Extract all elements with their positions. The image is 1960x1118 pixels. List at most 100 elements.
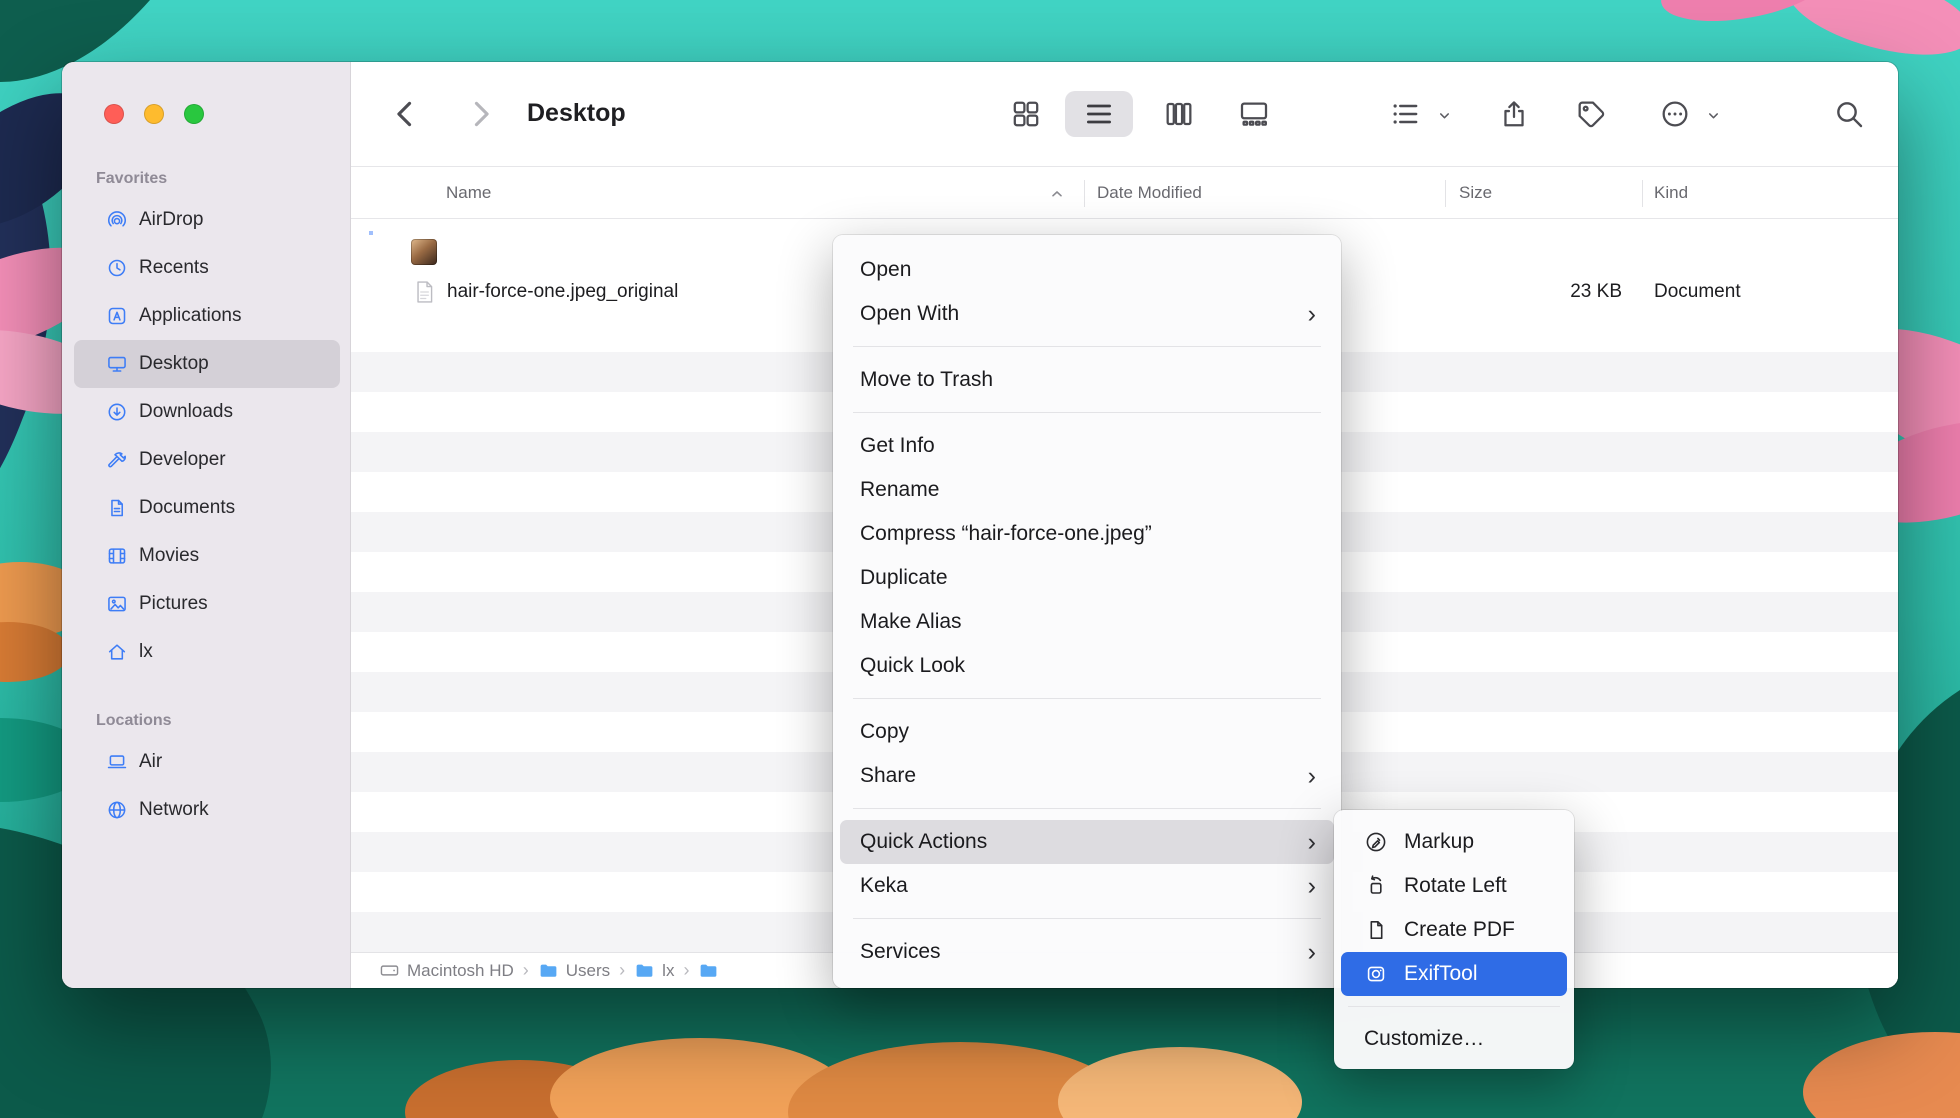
menu-item-label: Quick Actions bbox=[860, 830, 987, 853]
drive-icon bbox=[379, 960, 400, 981]
menu-item-open-with[interactable]: Open With› bbox=[840, 292, 1334, 336]
menu-item-label: Open bbox=[860, 258, 911, 281]
sidebar-section-title: Locations bbox=[96, 712, 350, 730]
menu-item-compress[interactable]: Compress “hair-force-one.jpeg” bbox=[840, 512, 1334, 556]
sidebar-item-recents[interactable]: Recents bbox=[74, 244, 340, 292]
menu-item-rename[interactable]: Rename bbox=[840, 468, 1334, 512]
sidebar-item-home[interactable]: lx bbox=[74, 628, 340, 676]
menu-item-label: Keka bbox=[860, 874, 908, 897]
menu-item-services[interactable]: Services› bbox=[840, 930, 1334, 974]
sidebar-item-pictures[interactable]: Pictures bbox=[74, 580, 340, 628]
sidebar-item-label: lx bbox=[139, 641, 153, 663]
tag-button[interactable] bbox=[1575, 98, 1607, 130]
photo-icon bbox=[106, 593, 128, 615]
sidebar-item-label: Documents bbox=[139, 497, 235, 519]
path-chevron-icon: › bbox=[523, 960, 529, 981]
menu-item-share[interactable]: Share › bbox=[840, 754, 1334, 798]
sidebar-item-downloads[interactable]: Downloads bbox=[74, 388, 340, 436]
file-size: 20 KB bbox=[1570, 232, 1622, 272]
sidebar-item-label: Network bbox=[139, 799, 209, 821]
toolbar: Desktop bbox=[351, 62, 1898, 166]
sidebar-item-label: Downloads bbox=[139, 401, 233, 423]
document-icon bbox=[106, 497, 128, 519]
more-actions-button[interactable] bbox=[1659, 98, 1691, 130]
back-button[interactable] bbox=[389, 97, 423, 131]
file-name: hair-force-one.jpeg bbox=[447, 232, 619, 272]
column-divider[interactable] bbox=[1445, 180, 1446, 207]
sidebar-item-movies[interactable]: Movies bbox=[74, 532, 340, 580]
path-chevron-icon: › bbox=[619, 960, 625, 981]
sidebar-item-label: AirDrop bbox=[139, 209, 203, 231]
submenu-item-label: Rotate Left bbox=[1404, 874, 1507, 898]
menu-item-make-alias[interactable]: Make Alias bbox=[840, 600, 1334, 644]
icon-view-button[interactable] bbox=[1010, 98, 1042, 130]
sidebar-item-airdrop[interactable]: AirDrop bbox=[74, 196, 340, 244]
menu-separator bbox=[853, 698, 1321, 699]
menu-item-label: Open With bbox=[860, 302, 959, 325]
menu-item-duplicate[interactable]: Duplicate bbox=[840, 556, 1334, 600]
gallery-view-button[interactable] bbox=[1238, 98, 1270, 130]
path-crumb-users[interactable]: Users bbox=[538, 960, 610, 981]
sidebar-item-label: Recents bbox=[139, 257, 209, 279]
downloads-icon bbox=[106, 401, 128, 423]
group-by-chevron-icon bbox=[1437, 108, 1452, 123]
list-view-button[interactable] bbox=[1065, 91, 1133, 137]
sidebar-item-label: Pictures bbox=[139, 593, 208, 615]
submenu-item-create-pdf[interactable]: Create PDF bbox=[1341, 908, 1567, 952]
path-chevron-icon: › bbox=[683, 960, 689, 981]
sidebar: Favorites AirDrop Recents Applications D… bbox=[62, 62, 351, 988]
submenu-chevron-icon: › bbox=[1308, 754, 1316, 798]
rotate-left-icon bbox=[1364, 874, 1388, 898]
column-kind[interactable]: Kind bbox=[1654, 183, 1688, 203]
forward-button[interactable] bbox=[463, 97, 497, 131]
file-name: hair-force-one.jpeg_original bbox=[447, 272, 678, 312]
column-date-modified[interactable]: Date Modified bbox=[1097, 183, 1202, 203]
group-by-button[interactable] bbox=[1389, 98, 1421, 130]
menu-item-open[interactable]: Open bbox=[840, 248, 1334, 292]
path-crumb-lx[interactable]: lx bbox=[634, 960, 674, 981]
menu-item-label: Duplicate bbox=[860, 566, 948, 589]
share-button[interactable] bbox=[1498, 98, 1530, 130]
path-crumb-truncated[interactable] bbox=[698, 960, 726, 981]
sidebar-item-air[interactable]: Air bbox=[74, 738, 340, 786]
window-title: Desktop bbox=[527, 99, 626, 128]
menu-item-keka[interactable]: Keka› bbox=[840, 864, 1334, 908]
sidebar-item-label: Developer bbox=[139, 449, 226, 471]
sidebar-item-applications[interactable]: Applications bbox=[74, 292, 340, 340]
path-crumb-label: Macintosh HD bbox=[407, 961, 514, 981]
file-kind: Document bbox=[1654, 272, 1741, 312]
menu-item-quick-actions[interactable]: Quick Actions› bbox=[840, 820, 1334, 864]
sidebar-item-network[interactable]: Network bbox=[74, 786, 340, 834]
sidebar-item-developer[interactable]: Developer bbox=[74, 436, 340, 484]
menu-item-copy[interactable]: Copy bbox=[840, 710, 1334, 754]
hammer-icon bbox=[106, 449, 128, 471]
menu-item-quick-look[interactable]: Quick Look bbox=[840, 644, 1334, 688]
menu-item-label: Share bbox=[860, 764, 916, 787]
menu-separator bbox=[853, 412, 1321, 413]
close-button[interactable] bbox=[104, 104, 124, 124]
minimize-button[interactable] bbox=[144, 104, 164, 124]
applications-icon bbox=[106, 305, 128, 327]
path-crumb-macintosh-hd[interactable]: Macintosh HD bbox=[379, 960, 514, 981]
image-thumbnail bbox=[411, 239, 437, 265]
column-divider[interactable] bbox=[1084, 180, 1085, 207]
menu-item-get-info[interactable]: Get Info bbox=[840, 424, 1334, 468]
submenu-item-exiftool[interactable]: ExifTool bbox=[1341, 952, 1567, 996]
sidebar-section-title: Favorites bbox=[96, 170, 350, 188]
menu-item-move-to-trash[interactable]: Move to Trash bbox=[840, 358, 1334, 402]
column-name[interactable]: Name bbox=[446, 183, 491, 203]
zoom-button[interactable] bbox=[184, 104, 204, 124]
sidebar-item-desktop[interactable]: Desktop bbox=[74, 340, 340, 388]
submenu-item-markup[interactable]: Markup bbox=[1341, 820, 1567, 864]
column-size[interactable]: Size bbox=[1459, 183, 1492, 203]
submenu-item-rotate-left[interactable]: Rotate Left bbox=[1341, 864, 1567, 908]
folder-icon bbox=[538, 960, 559, 981]
column-view-button[interactable] bbox=[1163, 98, 1195, 130]
column-divider[interactable] bbox=[1642, 180, 1643, 207]
menu-item-label: Copy bbox=[860, 720, 909, 743]
laptop-icon bbox=[106, 751, 128, 773]
menu-item-label: Get Info bbox=[860, 434, 935, 457]
submenu-item-customize[interactable]: Customize… bbox=[1341, 1017, 1567, 1061]
search-button[interactable] bbox=[1833, 98, 1865, 130]
sidebar-item-documents[interactable]: Documents bbox=[74, 484, 340, 532]
